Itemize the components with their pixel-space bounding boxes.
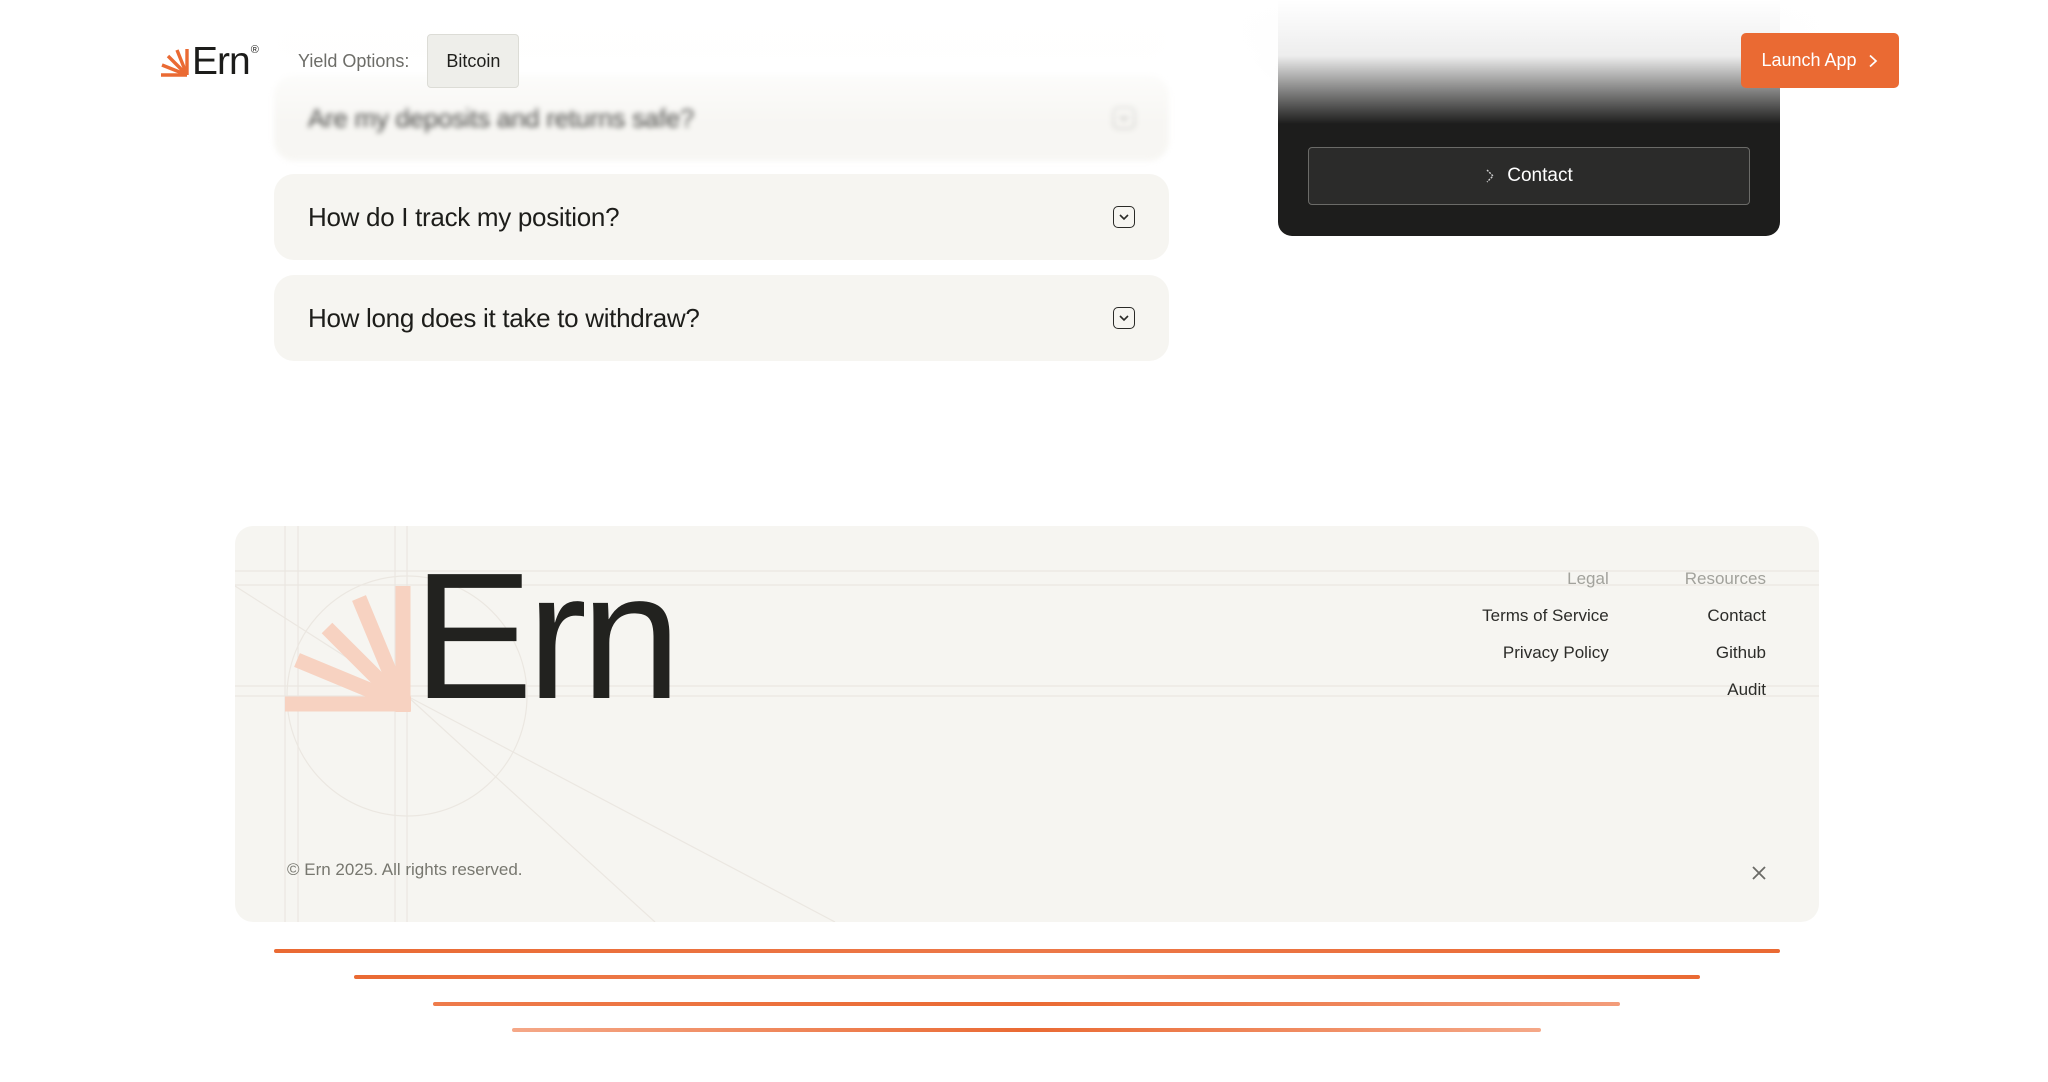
ern-sunburst-icon <box>161 49 189 77</box>
decorative-bars <box>0 944 2048 1034</box>
ern-sunburst-icon <box>285 586 411 712</box>
brand-logo[interactable]: Ern ® <box>158 42 259 82</box>
decorative-bar <box>274 949 1780 953</box>
brand-wordmark: Ern <box>192 40 251 83</box>
footer-link-privacy[interactable]: Privacy Policy <box>1503 640 1609 677</box>
decorative-bar <box>433 1002 1620 1006</box>
faq-question: How do I track my position? <box>308 201 620 232</box>
footer-logo: Ern <box>285 536 681 737</box>
yield-options: Yield Options: Bitcoin <box>298 34 520 88</box>
footer-link-terms[interactable]: Terms of Service <box>1482 603 1609 640</box>
yield-option-bitcoin[interactable]: Bitcoin <box>427 34 520 88</box>
faq-item[interactable]: How long does it take to withdraw? <box>274 275 1169 361</box>
chevron-right-icon <box>1868 54 1877 67</box>
footer-wordmark: Ern <box>413 536 681 737</box>
faq-item[interactable]: How do I track my position? <box>274 174 1169 260</box>
site-footer: Ern Legal Terms of Service Privacy Polic… <box>235 526 1819 922</box>
footer-legal-heading: Legal <box>1567 569 1609 588</box>
decorative-bar <box>512 1028 1541 1032</box>
chevron-right-icon <box>1486 169 1495 183</box>
launch-app-button[interactable]: Launch App <box>1741 33 1899 88</box>
footer-link-contact[interactable]: Contact <box>1707 603 1766 640</box>
page: Contact Are my deposits and returns safe… <box>0 0 2048 1082</box>
footer-resources-heading: Resources <box>1684 569 1766 588</box>
launch-app-label: Launch App <box>1761 50 1857 70</box>
chevron-down-icon[interactable] <box>1113 206 1135 228</box>
footer-links: Legal Terms of Service Privacy Policy Re… <box>1482 566 1766 714</box>
contact-button[interactable]: Contact <box>1308 147 1750 205</box>
footer-resources-column: Resources Contact Github Audit <box>1685 566 1766 714</box>
footer-legal-column: Legal Terms of Service Privacy Policy <box>1482 566 1609 714</box>
footer-link-github[interactable]: Github <box>1716 640 1766 677</box>
x-icon[interactable] <box>1751 865 1767 881</box>
registered-mark: ® <box>250 44 259 56</box>
yield-options-label: Yield Options: <box>298 50 410 71</box>
footer-link-audit[interactable]: Audit <box>1727 677 1766 714</box>
decorative-bar <box>354 975 1700 979</box>
copyright-text: © Ern 2025. All rights reserved. <box>287 860 523 879</box>
contact-button-label: Contact <box>1507 165 1573 186</box>
chevron-down-icon[interactable] <box>1113 307 1135 329</box>
faq-question: How long does it take to withdraw? <box>308 302 700 333</box>
site-header: Ern ® Yield Options: Bitcoin Launch App <box>0 0 2048 124</box>
